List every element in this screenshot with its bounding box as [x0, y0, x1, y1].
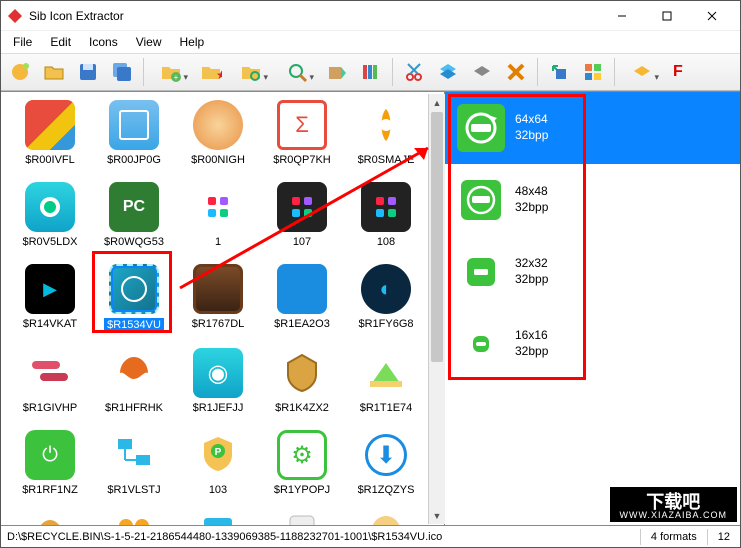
format-depth: 32bpp	[515, 272, 548, 288]
menu-view[interactable]: View	[128, 33, 170, 51]
grid-item[interactable]: $R00JP0G	[93, 100, 175, 166]
grid-item[interactable]: $R1GIVHP	[9, 348, 91, 414]
format-depth: 32bpp	[515, 128, 548, 144]
grid-item[interactable]: $R1VLSTJ	[93, 430, 175, 496]
grid-item[interactable]: $R0SMAJE	[345, 100, 427, 166]
menu-icons[interactable]: Icons	[81, 33, 126, 51]
grid-item[interactable]: 107	[261, 182, 343, 248]
menu-edit[interactable]: Edit	[42, 33, 79, 51]
grid-item[interactable]: $R14VKAT	[9, 264, 91, 332]
save-icon[interactable]	[73, 57, 103, 87]
format-row[interactable]: 32x3232bpp	[445, 236, 740, 308]
watermark: 下载吧 WWW.XIAZAIBA.COM	[610, 487, 738, 522]
app-logo-icon	[7, 8, 23, 24]
minimize-button[interactable]	[599, 2, 644, 30]
format-list-pane[interactable]: 64x6432bpp 48x4832bpp 32x3232bpp 16x1632…	[445, 92, 740, 525]
paste-icon[interactable]	[467, 57, 497, 87]
new-icon[interactable]	[5, 57, 35, 87]
grid-item[interactable]: $R1YPOPJ	[261, 430, 343, 496]
format-row[interactable]: 64x6432bpp	[445, 92, 740, 164]
window-title: Sib Icon Extractor	[29, 9, 599, 23]
svg-text:★: ★	[216, 68, 222, 82]
grid-item[interactable]	[93, 512, 175, 525]
refresh-icon[interactable]	[544, 57, 574, 87]
grid-item[interactable]: $R1ZQZYS	[345, 430, 427, 496]
grid-item[interactable]	[177, 512, 259, 525]
app-window: Sib Icon Extractor File Edit Icons View …	[0, 0, 741, 548]
maximize-button[interactable]	[644, 2, 689, 30]
scroll-thumb[interactable]	[431, 112, 443, 362]
grid-item[interactable]: 1	[177, 182, 259, 248]
delete-icon[interactable]	[501, 57, 531, 87]
format-size: 48x48	[515, 184, 548, 200]
format-row[interactable]: 16x1632bpp	[445, 308, 740, 380]
grid-item[interactable]	[9, 512, 91, 525]
svg-text:+: +	[174, 73, 179, 82]
grid-item[interactable]: $R1K4ZX2	[261, 348, 343, 414]
open-icon[interactable]	[39, 57, 69, 87]
format-row[interactable]: 48x4832bpp	[445, 164, 740, 236]
copy-icon[interactable]	[433, 57, 463, 87]
status-count: 4 formats	[641, 529, 708, 545]
menubar: File Edit Icons View Help	[1, 31, 740, 53]
save-all-icon[interactable]	[107, 57, 137, 87]
add-folder-icon[interactable]: +	[150, 57, 192, 87]
grid-item[interactable]: Σ$R0QP7KH	[261, 100, 343, 166]
windows-icon[interactable]	[578, 57, 608, 87]
grid-item[interactable]: $R1FY6G8	[345, 264, 427, 332]
grid-item-selected[interactable]: $R1534VU	[93, 264, 175, 332]
grid-item[interactable]: $R1T1E74	[345, 348, 427, 414]
cut-icon[interactable]	[399, 57, 429, 87]
format-size: 16x16	[515, 328, 548, 344]
library-icon[interactable]	[356, 57, 386, 87]
grid-item[interactable]: $R0V5LDX	[9, 182, 91, 248]
grid-item[interactable]: $R0WQG53	[93, 182, 175, 248]
toolbar-letter: F	[667, 63, 683, 81]
titlebar: Sib Icon Extractor	[1, 1, 740, 31]
grid-item[interactable]: P103	[177, 430, 259, 496]
add-file-icon[interactable]: ★	[196, 57, 226, 87]
svg-text:P: P	[215, 447, 222, 458]
grid-item[interactable]	[345, 512, 427, 525]
status-path: D:\$RECYCLE.BIN\S-1-5-21-2186544480-1339…	[1, 529, 641, 545]
icon-grid-pane[interactable]: $R00IVFL $R00JP0G $R00NIGH Σ$R0QP7KH $R0…	[1, 92, 445, 525]
format-size: 32x32	[515, 256, 548, 272]
menu-help[interactable]: Help	[172, 33, 213, 51]
palette-icon[interactable]	[621, 57, 663, 87]
zoom-icon[interactable]	[276, 57, 318, 87]
close-button[interactable]	[689, 2, 734, 30]
grid-item[interactable]: $R1RF1NZ	[9, 430, 91, 496]
grid-item[interactable]: $R1HFRHK	[93, 348, 175, 414]
scroll-down-icon[interactable]: ▼	[429, 507, 445, 524]
statusbar: D:\$RECYCLE.BIN\S-1-5-21-2186544480-1339…	[1, 525, 740, 547]
grid-item[interactable]: $R1JEFJJ	[177, 348, 259, 414]
grid-item[interactable]: 108	[345, 182, 427, 248]
search-folder-icon[interactable]	[230, 57, 272, 87]
grid-item[interactable]: $R00NIGH	[177, 100, 259, 166]
grid-item[interactable]: $R1767DL	[177, 264, 259, 332]
menu-file[interactable]: File	[5, 33, 40, 51]
grid-item[interactable]: $R1EA2O3	[261, 264, 343, 332]
scroll-up-icon[interactable]: ▲	[429, 94, 445, 111]
toolbar: + ★ F	[1, 53, 740, 91]
grid-item[interactable]: $R00IVFL	[9, 100, 91, 166]
format-size: 64x64	[515, 112, 548, 128]
format-depth: 32bpp	[515, 344, 548, 360]
vertical-scrollbar[interactable]: ▲ ▼	[428, 94, 445, 524]
grid-item[interactable]	[261, 512, 343, 525]
format-depth: 32bpp	[515, 200, 548, 216]
status-right: 12	[708, 529, 740, 545]
extract-icon[interactable]	[322, 57, 352, 87]
content-area: $R00IVFL $R00JP0G $R00NIGH Σ$R0QP7KH $R0…	[1, 91, 740, 525]
